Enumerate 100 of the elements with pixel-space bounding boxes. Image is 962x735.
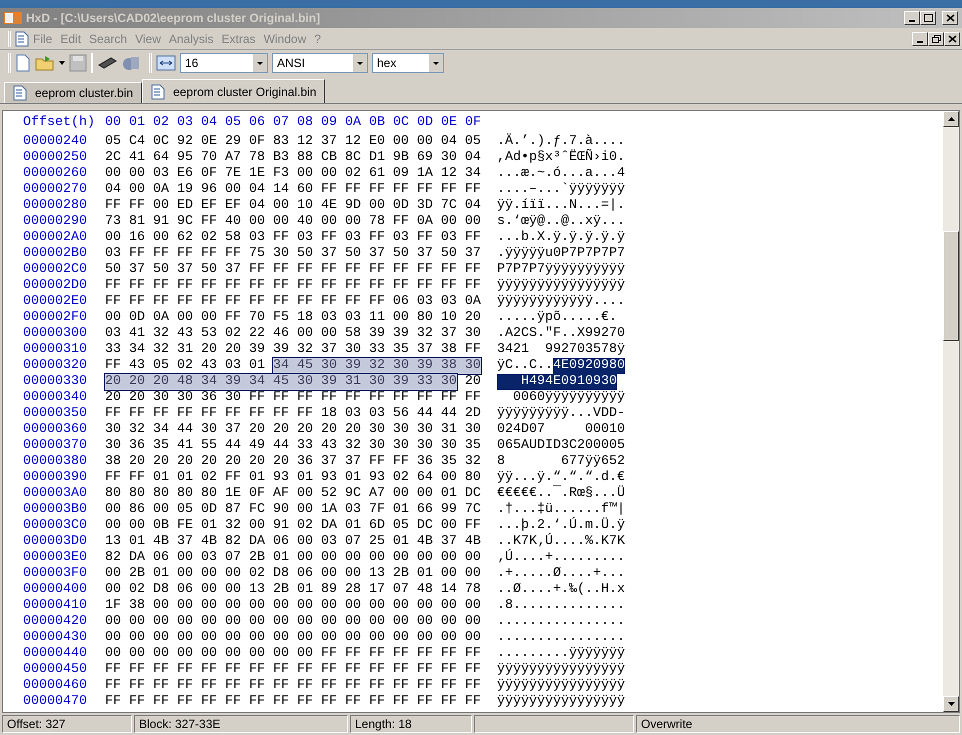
hex-bytes: 2C 41 64 95 70 A7 78 B3 88 CB 8C D1 9B 69 30 04 (105, 150, 481, 166)
menu-item[interactable]: Extras (218, 30, 260, 48)
menu-item[interactable]: Window (260, 30, 310, 48)
ascii-text: ÿÿ.íïï...N...=|. (497, 198, 625, 214)
close-button[interactable] (944, 32, 960, 46)
column-header: 05 (225, 115, 242, 131)
hex-bytes: 30 32 34 44 30 37 20 20 20 20 20 30 30 30 31 30 (105, 422, 481, 438)
status-field: Length: 18 (350, 715, 472, 733)
caret-icon (253, 54, 267, 72)
document-icon (13, 85, 27, 101)
column-header: 0E (441, 115, 458, 131)
row-offset: 000003C0 (23, 518, 88, 534)
down-arrow-icon[interactable] (948, 702, 954, 706)
ascii-text: ..Ø....+.‰(..H.x (497, 582, 625, 598)
row-offset: 000002D0 (23, 278, 88, 294)
ascii-text: ...æ.~.ó...a...4 (497, 166, 625, 182)
ascii-text: ..K7K‚Ú....%.K7K (497, 534, 625, 549)
row-offset: 000003E0 (23, 550, 88, 566)
row-offset: 00000260 (23, 166, 88, 182)
column-width-icon[interactable] (156, 54, 176, 72)
file-tab[interactable]: eeprom cluster.bin (4, 82, 142, 103)
close-icon (948, 34, 956, 42)
ascii-text: ÿÿÿÿÿÿÿÿÿÿÿÿ.... (497, 294, 625, 310)
hex-bytes: FF FF FF FF FF FF FF FF FF FF FF FF FF FF FF FF (105, 278, 481, 294)
row-offset: 000003B0 (23, 502, 88, 518)
ascii-text: .+.....Ø....+... (497, 566, 625, 582)
ascii-text: s.‘œÿ@..@..xÿ... (497, 214, 625, 230)
file-tab[interactable]: eeprom cluster Original.bin (142, 79, 326, 103)
hex-bytes: 05 C4 0C 92 0E 29 0F 83 12 37 12 E0 00 00 04 05 (105, 134, 481, 150)
scrollbar-thumb[interactable] (943, 231, 959, 341)
row-offset: 00000420 (23, 614, 88, 630)
maximize-button[interactable] (920, 11, 936, 25)
hex-bytes: 04 00 0A 19 96 00 04 14 60 FF FF FF FF FF FF FF (105, 182, 481, 198)
row-offset: 000003A0 (23, 486, 88, 502)
column-header: 06 (249, 115, 266, 131)
close-button[interactable] (942, 11, 958, 25)
offset-base-dropdown[interactable]: hex (372, 53, 444, 73)
window-title: HxD - [C:\Users\CAD02\eeprom cluster Original.bin] (26, 10, 320, 27)
ascii-text: ÿÿÿÿÿÿÿÿÿÿÿÿÿÿÿÿ (497, 662, 625, 678)
minimize-button[interactable] (912, 32, 928, 46)
menu-item[interactable]: Analysis (164, 30, 218, 48)
caret-icon[interactable] (59, 61, 65, 65)
row-offset: 00000290 (23, 214, 88, 230)
menu-item[interactable]: View (131, 30, 165, 48)
ascii-text: 8 677ÿÿ652 (497, 454, 625, 470)
hex-bytes: 1F 38 00 00 00 00 00 00 00 00 00 00 00 00 00 00 (105, 598, 481, 614)
hex-bytes: 33 34 32 31 20 20 39 39 32 37 30 33 35 37 38 FF (105, 342, 481, 358)
ascii-text: 0060ÿÿÿÿÿÿÿÿÿÿ (512, 390, 625, 406)
row-offset: 00000320 (23, 358, 88, 374)
row-offset: 00000310 (23, 342, 88, 358)
restore-button[interactable] (928, 32, 944, 46)
menu-item[interactable]: Search (85, 30, 132, 48)
row-offset: 000003D0 (23, 534, 88, 550)
column-header: 00 (105, 115, 122, 131)
row-offset: 000002A0 (23, 230, 88, 246)
row-offset: 00000430 (23, 630, 88, 646)
column-header: 09 (321, 115, 338, 131)
new-file-icon[interactable] (15, 54, 31, 72)
hex-bytes: 00 16 00 62 02 58 03 FF 03 FF 03 FF 03 FF 03 FF (105, 230, 481, 246)
up-arrow-icon[interactable] (948, 117, 954, 121)
row-offset: 00000340 (23, 390, 88, 406)
caret-icon (429, 54, 443, 72)
menu-item[interactable]: Edit (56, 30, 86, 48)
status-field: Offset: 327 (2, 715, 132, 733)
column-header: 03 (177, 115, 194, 131)
row-offset: 000002C0 (23, 262, 88, 278)
ascii-text: .8.............. (497, 598, 625, 614)
ascii-text: ÿÿÿÿÿÿÿÿÿÿÿÿÿÿÿÿ (497, 278, 625, 294)
minimize-button[interactable] (904, 11, 920, 25)
vertical-scrollbar[interactable] (943, 111, 959, 712)
menu-item[interactable]: ? (310, 30, 325, 48)
hex-bytes: FF FF FF FF FF FF FF FF FF FF FF FF FF FF FF FF (105, 694, 481, 710)
hex-bytes: FF FF 01 01 02 FF 01 93 01 93 01 93 02 64 00 80 (105, 470, 481, 486)
row-offset: 00000410 (23, 598, 88, 614)
ascii-text: H494E0910930 (497, 374, 617, 390)
menu-item[interactable]: File (29, 30, 56, 48)
hex-bytes: 20 20 30 30 36 30 FF FF FF FF FF FF FF FF FF FF (105, 390, 481, 406)
ascii-text: ‚Ú....+......... (497, 550, 625, 566)
ascii-text: .†...‡ü......f™| (497, 502, 625, 517)
ascii-text: 024D07 00010 (497, 422, 625, 438)
maximize-icon (924, 14, 932, 22)
hex-bytes: 00 00 00 00 00 00 00 00 00 FF FF FF FF FF FF FF (105, 646, 481, 662)
close-icon (946, 14, 954, 22)
ascii-text: .A2CS."F..X99270 (497, 326, 625, 342)
charset-dropdown[interactable]: ANSI (272, 53, 368, 73)
row-offset: 00000360 (23, 422, 88, 438)
bytes-per-row-dropdown[interactable]: 16 (180, 53, 268, 73)
hex-bytes: 00 00 00 00 00 00 00 00 00 00 00 00 00 00 00 00 (105, 614, 481, 630)
minimize-icon (917, 40, 923, 42)
app-logo-icon (4, 12, 22, 24)
row-offset: 00000470 (23, 694, 88, 710)
column-header: 01 (129, 115, 146, 131)
hex-bytes: 38 20 20 20 20 20 20 20 36 37 37 FF FF 36 35 32 (105, 454, 481, 470)
hex-bytes: 50 37 50 37 50 37 FF FF FF FF FF FF FF FF FF FF (105, 262, 481, 278)
ascii-text: ...þ.2.‘.Ú.m.Ü.ÿ (497, 518, 625, 533)
minimize-icon (909, 20, 915, 22)
ascii-text: ................ (497, 630, 625, 646)
hex-bytes: 00 00 0B FE 01 32 00 91 02 DA 01 6D 05 DC 00 FF (105, 518, 481, 534)
row-offset: 00000280 (23, 198, 88, 214)
hex-bytes: 20 20 20 48 34 39 34 45 30 39 31 30 39 33 30 (105, 374, 457, 390)
